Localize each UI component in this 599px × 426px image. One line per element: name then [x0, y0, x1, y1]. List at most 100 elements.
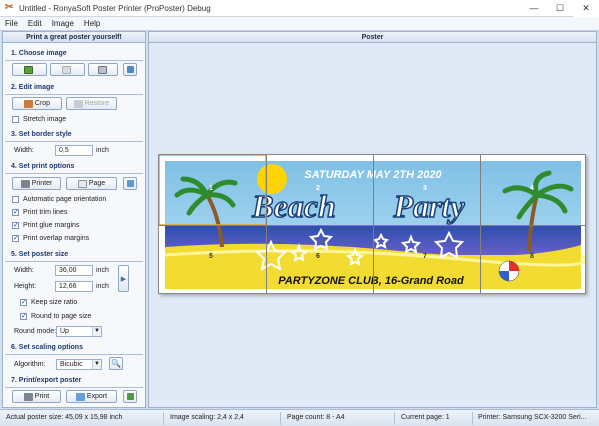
- divider: [5, 387, 143, 388]
- printer-label: Printer: [31, 180, 53, 187]
- preview-icon: [126, 180, 134, 187]
- window-title: Untitled - RonyaSoft Poster Printer (Pro…: [19, 3, 211, 13]
- keep-ratio-checkbox[interactable]: ✓ Keep size ratio: [20, 299, 77, 306]
- wizard-panel-header: Print a great poster yourself!: [3, 32, 145, 43]
- status-divider: [280, 412, 281, 425]
- section-border-style: 3. Set border style: [11, 131, 72, 138]
- printer-button[interactable]: Printer: [12, 177, 61, 190]
- external-image-button[interactable]: [123, 63, 137, 76]
- export-image-button[interactable]: [123, 390, 137, 403]
- chevron-down-icon: ▼: [92, 327, 101, 336]
- menu-bar: File Edit Image Help: [0, 17, 599, 31]
- printer-icon: [23, 392, 33, 401]
- round-page-label: Round to page size: [31, 313, 92, 320]
- glue-margins-checkbox[interactable]: ✓ Print glue margins: [12, 222, 79, 229]
- status-image-scaling: Image scaling: 2,4 x 2,4: [170, 414, 244, 421]
- wizard-panel: Print a great poster yourself! 1. Choose…: [2, 31, 146, 408]
- checkmark-icon: ✓: [12, 235, 19, 242]
- poster-panel-header: Poster: [149, 32, 596, 43]
- poster-headline-beach: Beach: [251, 188, 336, 224]
- border-width-label: Width:: [14, 147, 34, 154]
- poster-height-input[interactable]: 12,66: [55, 281, 93, 292]
- menu-help[interactable]: Help: [79, 19, 105, 28]
- restore-button[interactable]: Restore: [66, 97, 117, 110]
- status-poster-size: Actual poster size: 45,09 x 15,98 inch: [6, 414, 123, 421]
- divider: [5, 261, 143, 262]
- scanner-icon: [97, 65, 107, 74]
- page-number: 4: [530, 185, 534, 192]
- crop-label: Crop: [34, 100, 51, 107]
- divider: [5, 94, 143, 95]
- checkbox-box: [12, 116, 19, 123]
- page-number: 2: [316, 185, 320, 192]
- section-scaling: 6. Set scaling options: [11, 344, 83, 351]
- print-button[interactable]: Print: [12, 390, 61, 403]
- status-divider: [472, 412, 473, 425]
- clipboard-icon: [62, 65, 71, 74]
- algorithm-label: Algorithm:: [14, 361, 46, 368]
- poster-height-unit: inch: [96, 283, 109, 290]
- picture-icon: [24, 65, 33, 74]
- restore-label: Restore: [84, 100, 110, 107]
- scaling-preview-button[interactable]: 🔍: [109, 357, 123, 370]
- status-printer: Printer: Samsung SCX-3200 Seri...: [478, 414, 587, 421]
- round-mode-label: Round mode:: [14, 328, 57, 335]
- keep-ratio-label: Keep size ratio: [31, 299, 78, 306]
- minimize-button[interactable]: —: [521, 0, 547, 17]
- status-divider: [163, 412, 164, 425]
- restore-icon: [73, 99, 83, 108]
- title-bar: ✂ Untitled - RonyaSoft Poster Printer (P…: [0, 0, 599, 17]
- export-button[interactable]: Export: [66, 390, 117, 403]
- page-number: 7: [423, 253, 427, 260]
- divider: [5, 141, 143, 142]
- status-page-count: Page count: 8 - A4: [287, 414, 345, 421]
- open-image-button[interactable]: [12, 63, 47, 76]
- overlap-margins-checkbox[interactable]: ✓ Print overlap margins: [12, 235, 89, 242]
- page-preview-button[interactable]: [123, 177, 137, 190]
- menu-file[interactable]: File: [0, 19, 23, 28]
- trim-lines-label: Print trim lines: [23, 209, 68, 216]
- page-number: 3: [423, 185, 427, 192]
- auto-orientation-label: Automatic page orientation: [23, 196, 107, 203]
- auto-orientation-checkbox[interactable]: Automatic page orientation: [12, 196, 106, 203]
- print-label: Print: [34, 393, 50, 400]
- section-print-export: 7. Print/export poster: [11, 377, 82, 384]
- page-button[interactable]: Page: [66, 177, 117, 190]
- poster-panel: Poster SATURDAY MAY 2TH 2020 Beach Party…: [148, 31, 597, 408]
- magnifier-icon: 🔍: [111, 359, 121, 368]
- menu-image[interactable]: Image: [47, 19, 79, 28]
- page-divider: [159, 225, 585, 226]
- paste-image-button[interactable]: [50, 63, 85, 76]
- crop-button[interactable]: Crop: [12, 97, 62, 110]
- algorithm-select[interactable]: Bicubic ▼: [56, 359, 102, 370]
- round-page-checkbox[interactable]: ✓ Round to page size: [20, 313, 91, 320]
- poster-width-label: Width:: [14, 267, 34, 274]
- poster-height-label: Height:: [14, 283, 37, 290]
- glue-margins-label: Print glue margins: [23, 222, 80, 229]
- poster-width-input[interactable]: 36,00: [55, 265, 93, 276]
- menu-edit[interactable]: Edit: [23, 19, 47, 28]
- maximize-button[interactable]: ☐: [547, 0, 573, 17]
- section-edit-image: 2. Edit image: [11, 84, 55, 91]
- chevron-down-icon: ▼: [92, 360, 101, 369]
- export-icon: [75, 392, 85, 401]
- section-choose-image: 1. Choose image: [11, 50, 67, 57]
- border-width-input[interactable]: 0,5: [55, 145, 93, 156]
- page-icon: [77, 179, 87, 188]
- trim-lines-checkbox[interactable]: ✓ Print trim lines: [12, 209, 67, 216]
- round-mode-select[interactable]: Up ▼: [56, 326, 102, 337]
- section-print-options: 4. Set print options: [11, 163, 75, 170]
- page-number: 5: [209, 253, 213, 260]
- poster-preview[interactable]: SATURDAY MAY 2TH 2020 Beach Party PARTYZ…: [158, 154, 586, 294]
- swap-size-button[interactable]: ▶: [118, 265, 129, 292]
- checkbox-box: [12, 196, 19, 203]
- close-button[interactable]: ✕: [573, 0, 599, 17]
- crop-icon: [23, 99, 33, 108]
- divider: [5, 354, 143, 355]
- chevron-right-icon: ▶: [120, 275, 127, 283]
- page-label: Page: [88, 180, 106, 187]
- image-export-icon: [126, 393, 134, 400]
- stretch-image-checkbox[interactable]: Stretch image: [12, 116, 66, 123]
- scan-image-button[interactable]: [88, 63, 118, 76]
- divider: [5, 173, 143, 174]
